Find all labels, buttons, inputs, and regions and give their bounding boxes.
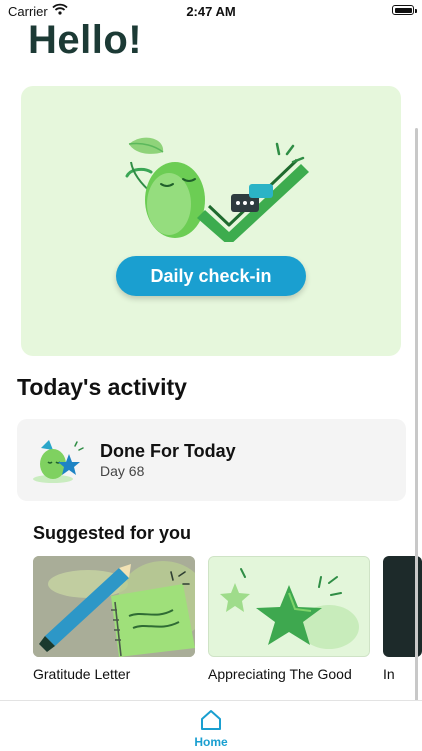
tab-home[interactable]: Home [189, 707, 233, 749]
suggested-heading: Suggested for you [33, 523, 192, 543]
suggestion-card[interactable]: Gratitude Letter [33, 556, 195, 682]
daily-checkin-card[interactable]: Daily check-in [21, 86, 401, 356]
activity-day-count: Day 68 [100, 463, 145, 479]
activity-card[interactable]: Done For Today Day 68 [17, 419, 406, 501]
tab-bar: Home [0, 700, 422, 751]
gratitude-letter-thumbnail [33, 556, 195, 657]
activity-title: Done For Today [100, 441, 236, 461]
home-icon [201, 710, 221, 730]
suggestion-card[interactable]: Appreciating The Good [208, 556, 370, 682]
appreciating-the-good-thumbnail [208, 556, 370, 657]
daily-checkin-button[interactable]: Daily check-in [116, 256, 306, 296]
scrollbar[interactable] [415, 128, 418, 703]
suggestion-label: Appreciating The Good [208, 666, 352, 682]
todays-activity-heading: Today's activity [17, 374, 187, 400]
suggestion-label: Gratitude Letter [33, 666, 131, 682]
battery-icon [392, 5, 417, 15]
seedling-star-icon [33, 440, 84, 483]
clock: 2:47 AM [186, 4, 236, 19]
greeting-title: Hello! [28, 18, 143, 62]
seedling-checkmark-illustration [125, 137, 309, 242]
tab-home-label: Home [194, 735, 228, 749]
